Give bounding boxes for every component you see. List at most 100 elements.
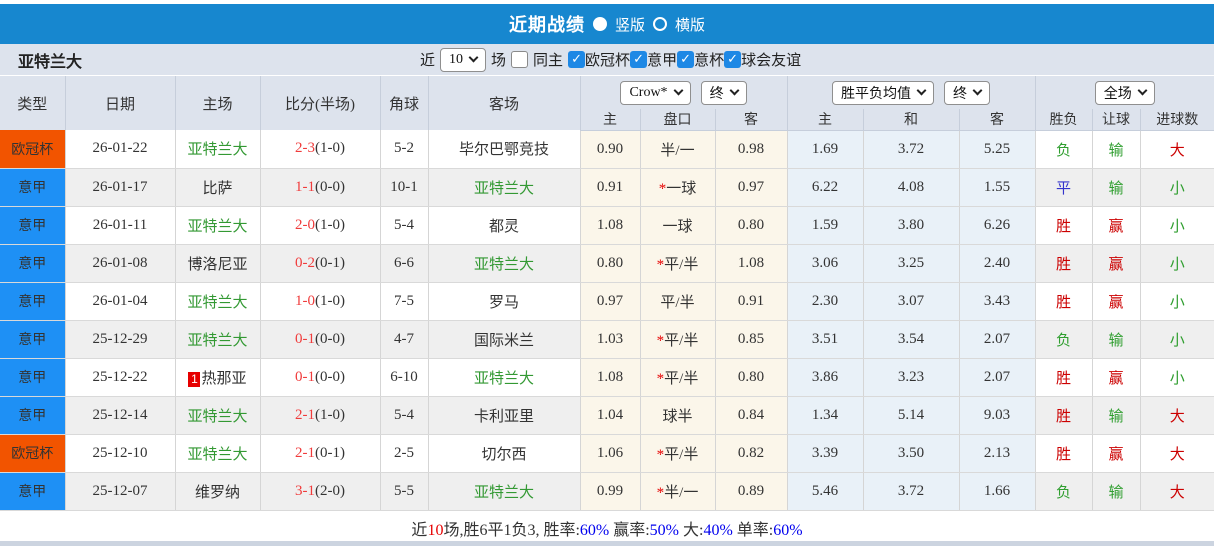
vertical-layout-label[interactable]: 竖版	[615, 14, 645, 35]
result-goals: 小	[1140, 244, 1214, 283]
handicap-value: 一球	[662, 218, 693, 235]
avg-away: 1.66	[959, 472, 1036, 511]
horizontal-layout-label[interactable]: 横版	[675, 14, 705, 35]
summary-segment: 40%	[703, 521, 733, 539]
avg-home: 6.22	[787, 168, 864, 207]
odds-final-select[interactable]: 终	[700, 80, 747, 105]
fulltime-score: 1-0	[295, 292, 315, 309]
home-team-name: 维罗纳	[194, 484, 240, 501]
handicap-value: 半/一	[660, 142, 695, 159]
corners: 4-7	[380, 320, 429, 359]
home-team: 1 热那亚	[175, 358, 261, 397]
col-header-home: 主场	[175, 76, 261, 130]
vertical-layout-radio[interactable]	[592, 17, 607, 31]
league-checkbox[interactable]	[630, 51, 648, 68]
odds-away: 0.97	[715, 168, 788, 207]
league-checkbox[interactable]	[724, 51, 742, 68]
fulltime-score: 0-1	[295, 368, 315, 385]
home-team-name: 亚特兰大	[187, 294, 248, 311]
odds-away: 0.98	[715, 130, 788, 169]
home-team: 维罗纳	[175, 472, 261, 511]
avg-away: 2.13	[959, 434, 1036, 473]
fulltime-score: 0-2	[295, 254, 315, 271]
result-winlose: 负	[1035, 320, 1093, 359]
fulltime-score: 2-1	[295, 406, 315, 423]
corners: 10-1	[380, 168, 429, 207]
result-winlose: 胜	[1035, 282, 1093, 321]
recent-results-panel: 近期战绩 竖版 横版 亚特兰大 近 10 场 同主 欧冠杯意甲意杯球会友谊 类型…	[0, 0, 1214, 546]
league-badge: 意甲	[0, 282, 66, 321]
result-handicap: 赢	[1092, 244, 1141, 283]
filter-controls: 近 10 场 同主 欧冠杯意甲意杯球会友谊	[420, 47, 801, 72]
col-header-away: 客场	[428, 76, 581, 130]
result-handicap: 输	[1092, 396, 1141, 435]
corners: 7-5	[380, 282, 429, 321]
home-team: 亚特兰大	[175, 130, 261, 169]
odds-home: 0.90	[580, 130, 641, 169]
score: 2-1(0-1)	[260, 434, 381, 473]
avg-home: 2.30	[787, 282, 864, 321]
away-team: 亚特兰大	[428, 358, 581, 397]
result-goals: 小	[1140, 168, 1214, 207]
odds-handicap: 球半	[640, 396, 716, 435]
result-handicap: 赢	[1092, 434, 1141, 473]
odds-home: 1.08	[580, 206, 641, 245]
away-team-name: 国际米兰	[473, 332, 534, 349]
odds-home: 1.04	[580, 396, 641, 435]
handicap-value: 平/半	[660, 294, 695, 311]
corners: 5-4	[380, 206, 429, 245]
team-name: 亚特兰大	[18, 53, 83, 71]
avg-away: 2.07	[959, 320, 1036, 359]
match-count-select[interactable]: 10	[440, 47, 487, 72]
avg-away: 6.26	[959, 206, 1036, 245]
horizontal-layout-radio[interactable]	[653, 17, 667, 31]
odds-select-group: Crow* 终	[580, 76, 788, 109]
avg-home: 3.06	[787, 244, 864, 283]
handicap-value: 平/半	[664, 332, 699, 349]
score: 2-3(1-0)	[260, 130, 381, 169]
league-badge: 意甲	[0, 320, 66, 359]
avg-odds-select[interactable]: 胜平负均值	[832, 80, 934, 105]
result-handicap: 输	[1092, 320, 1141, 359]
odds-home: 1.08	[580, 358, 641, 397]
odds-company-select[interactable]: Crow*	[620, 80, 691, 105]
score: 0-1(0-0)	[260, 358, 381, 397]
halftime-score: (1-0)	[315, 140, 345, 157]
halftime-score: (1-0)	[315, 292, 345, 309]
avg-draw: 3.54	[863, 320, 960, 359]
avg-home: 3.51	[787, 320, 864, 359]
result-handicap: 输	[1092, 130, 1141, 169]
away-team: 国际米兰	[428, 320, 581, 359]
filter-bar: 亚特兰大 近 10 场 同主 欧冠杯意甲意杯球会友谊	[0, 44, 1214, 76]
league-badge: 意甲	[0, 358, 66, 397]
match-date: 26-01-04	[65, 282, 176, 321]
result-winlose: 胜	[1035, 244, 1093, 283]
same-home-checkbox[interactable]	[511, 51, 529, 68]
avg-home: 5.46	[787, 472, 864, 511]
away-team-name: 亚特兰大	[473, 484, 534, 501]
handicap-value: 平/半	[664, 370, 699, 387]
odds-handicap: 半/一	[640, 130, 716, 169]
halftime-score: (2-0)	[315, 482, 345, 499]
match-row: 欧冠杯 25-12-10 亚特兰大 2-1(0-1) 2-5 切尔西 1.06 *平/半 0.8…	[0, 434, 1214, 473]
away-team: 罗马	[428, 282, 581, 321]
odds-handicap: *半/一	[640, 472, 716, 511]
col-header-corners: 角球	[380, 76, 429, 130]
score: 1-1(0-0)	[260, 168, 381, 207]
avg-draw: 3.72	[863, 472, 960, 511]
match-date: 25-12-22	[65, 358, 176, 397]
match-date: 25-12-14	[65, 396, 176, 435]
league-checkbox[interactable]	[568, 51, 586, 68]
fulltime-select[interactable]: 全场	[1094, 80, 1155, 105]
league-badge: 欧冠杯	[0, 130, 66, 169]
avg-final-select[interactable]: 终	[944, 80, 990, 105]
chevron-down-icon	[916, 85, 927, 96]
fulltime-score: 2-3	[295, 140, 315, 157]
away-team: 切尔西	[428, 434, 581, 473]
chevron-down-icon	[729, 85, 740, 96]
match-row: 意甲 26-01-11 亚特兰大 2-0(1-0) 5-4 都灵 1.08 一球 0.80 1.5…	[0, 206, 1214, 245]
league-checkbox[interactable]	[677, 51, 695, 68]
home-team-name: 博洛尼亚	[187, 256, 248, 273]
match-row: 欧冠杯 26-01-22 亚特兰大 2-3(1-0) 5-2 毕尔巴鄂竞技 0.90 半/一 0…	[0, 130, 1214, 169]
match-row: 意甲 26-01-08 博洛尼亚 0-2(0-1) 6-6 亚特兰大 0.80 *平/半 1.0…	[0, 244, 1214, 283]
